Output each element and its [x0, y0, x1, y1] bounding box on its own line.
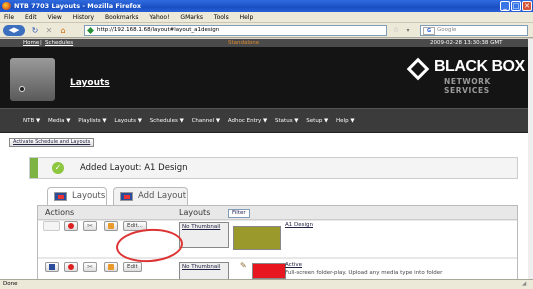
- layout-description: Full-screen folder-play. Upload any medi…: [285, 270, 443, 276]
- nav-setup[interactable]: Setup ▼: [306, 118, 328, 124]
- success-banner: ✓ Added Layout: A1 Design: [29, 157, 518, 179]
- tools-icon[interactable]: ✂: [83, 262, 97, 272]
- bookmark-star-icon[interactable]: ☆: [391, 25, 401, 36]
- tools-icon[interactable]: ✂: [83, 221, 97, 231]
- table-row: ✂ Edit No Thumbnail ✎ Active Full-screen…: [38, 259, 517, 279]
- banner-accent: [30, 158, 38, 178]
- google-icon[interactable]: G: [423, 27, 435, 35]
- nav-adhoc-entry[interactable]: Adhoc Entry ▼: [228, 118, 267, 124]
- activate-schedule-button[interactable]: Activate Schedule and Layouts: [9, 138, 95, 147]
- search-input[interactable]: G Google: [420, 25, 528, 36]
- menu-gmarks[interactable]: GMarks: [180, 14, 203, 21]
- site-favicon-icon: [87, 27, 94, 34]
- thumbnail-placeholder[interactable]: No Thumbnail: [179, 262, 229, 279]
- menu-yahoo[interactable]: Yahoo!: [149, 14, 169, 21]
- delete-icon[interactable]: [64, 262, 78, 272]
- actions-header: Actions: [45, 208, 75, 217]
- tab-add-layout[interactable]: Add Layout: [113, 187, 188, 205]
- datetime: 2009-02-28 13:30:38 GMT: [430, 40, 503, 46]
- menu-file[interactable]: File: [4, 14, 14, 21]
- nav-ntb[interactable]: NTB ▼: [23, 118, 40, 124]
- url-bar[interactable]: http://192.168.1.68/layout#layout_a1desi…: [84, 25, 387, 36]
- window-title: NTB 7703 Layouts - Mozilla Firefox: [14, 2, 142, 10]
- page-header: Layouts BLACK BOX NETWORK SERVICES: [0, 47, 533, 108]
- menu-help[interactable]: Help: [240, 14, 254, 21]
- brand-subtitle: NETWORK SERVICES: [444, 77, 491, 95]
- activate-placeholder: [43, 221, 60, 231]
- firefox-icon: [2, 2, 11, 10]
- search-placeholder: Google: [437, 27, 457, 33]
- brush-icon: ✎: [240, 261, 247, 270]
- menu-history[interactable]: History: [73, 14, 94, 21]
- layout-name-link[interactable]: Active: [285, 262, 302, 268]
- layouts-tab-icon: [54, 192, 67, 201]
- delete-icon[interactable]: [64, 221, 78, 231]
- mode-label: Standalone: [228, 40, 260, 46]
- layout-name-link[interactable]: A1 Design: [285, 222, 313, 228]
- layout-color-swatch: [252, 263, 286, 279]
- blackbox-diamond-icon: [406, 57, 430, 81]
- tab-layouts-label: Layouts: [72, 191, 106, 201]
- nav-channel[interactable]: Channel ▼: [192, 118, 221, 124]
- stop-icon[interactable]: ✕: [44, 25, 54, 36]
- add-layout-tab-icon: [120, 192, 133, 201]
- nav-status[interactable]: Status ▼: [275, 118, 299, 124]
- resize-grip-icon[interactable]: ◢: [522, 280, 526, 289]
- nav-schedules[interactable]: Schedules ▼: [150, 118, 184, 124]
- status-bar: Done ◢: [0, 279, 533, 289]
- power-icon: [19, 86, 25, 92]
- tab-add-layout-label: Add Layout: [138, 191, 187, 201]
- table-row: ✂ Edit... No Thumbnail A1 Design: [38, 221, 517, 257]
- edit-button[interactable]: Edit: [123, 262, 142, 272]
- banner-message: Added Layout: A1 Design: [80, 163, 188, 173]
- menu-bookmarks[interactable]: Bookmarks: [105, 14, 139, 21]
- back-forward-icon[interactable]: ◀▶: [3, 25, 25, 36]
- nav-layouts[interactable]: Layouts ▼: [114, 118, 142, 124]
- copy-icon[interactable]: [104, 262, 118, 272]
- filter-button[interactable]: Filter: [228, 209, 250, 218]
- tab-layouts[interactable]: Layouts: [47, 187, 107, 205]
- column-header: Actions Layouts Filter: [38, 206, 517, 220]
- device-graphic: [10, 58, 55, 101]
- menu-tools[interactable]: Tools: [214, 14, 229, 21]
- url-dropdown-icon[interactable]: ▾: [403, 25, 413, 36]
- navigation-toolbar: ◀▶ ↻ ✕ ⌂ http://192.168.1.68/layout#layo…: [0, 23, 533, 38]
- menu-edit[interactable]: Edit: [25, 14, 37, 21]
- checkmark-icon: ✓: [52, 162, 64, 174]
- close-button[interactable]: ✕: [522, 1, 532, 11]
- home-icon[interactable]: ⌂: [58, 25, 68, 36]
- schedules-link[interactable]: Schedules: [45, 39, 73, 47]
- menu-view[interactable]: View: [48, 14, 62, 21]
- menubar: File Edit View History Bookmarks Yahoo! …: [0, 12, 533, 23]
- maximize-button[interactable]: □: [511, 1, 521, 11]
- activate-icon[interactable]: [45, 262, 59, 272]
- link-separator: |: [40, 40, 42, 46]
- thumbnail-placeholder[interactable]: No Thumbnail: [179, 222, 229, 248]
- copy-icon[interactable]: [104, 221, 118, 231]
- brand-logo: BLACK BOX: [434, 58, 525, 75]
- window-titlebar: NTB 7703 Layouts - Mozilla Firefox _ □ ✕: [0, 0, 533, 12]
- nav-playlists[interactable]: Playlists ▼: [78, 118, 106, 124]
- web-page: Home | Schedules Standalone 2009-02-28 1…: [0, 39, 533, 279]
- url-text: http://192.168.1.68/layout#layout_a1desi…: [97, 27, 220, 33]
- nav-media[interactable]: Media ▼: [48, 118, 71, 124]
- minimize-button[interactable]: _: [500, 1, 510, 11]
- main-nav: NTB ▼ Media ▼ Playlists ▼ Layouts ▼ Sche…: [0, 108, 533, 133]
- reload-icon[interactable]: ↻: [30, 25, 40, 36]
- layouts-panel: Actions Layouts Filter ✂ Edit... No Thum…: [37, 205, 518, 279]
- layouts-header: Layouts: [179, 208, 211, 217]
- layout-color-swatch: [233, 226, 281, 250]
- vertical-scrollbar[interactable]: [528, 39, 533, 279]
- nav-help[interactable]: Help ▼: [336, 118, 355, 124]
- page-title: Layouts: [70, 78, 110, 88]
- home-link[interactable]: Home: [23, 39, 39, 47]
- top-strip: Home | Schedules Standalone 2009-02-28 1…: [0, 39, 533, 47]
- status-text: Done: [3, 281, 18, 287]
